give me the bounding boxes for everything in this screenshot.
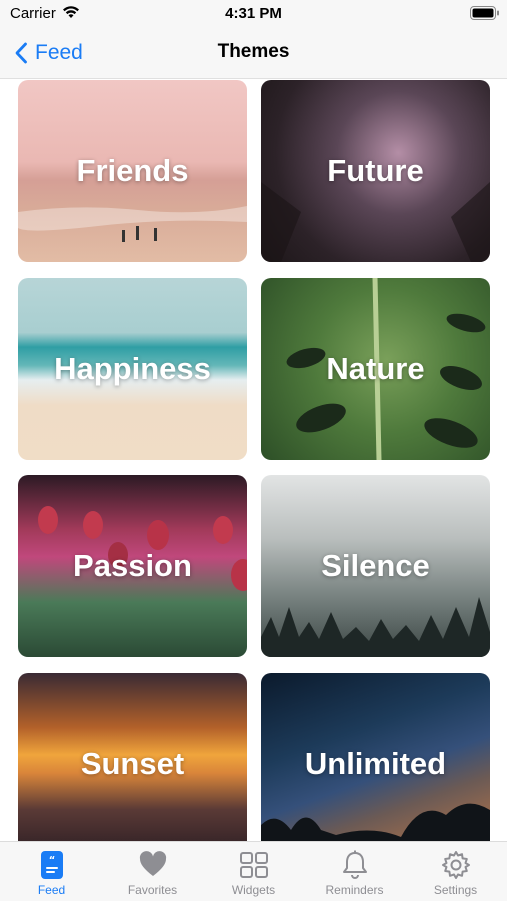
tab-reminders[interactable]: Reminders bbox=[304, 842, 405, 901]
theme-tile-sunset[interactable]: Sunset bbox=[18, 673, 247, 841]
theme-label: Happiness bbox=[54, 351, 211, 386]
tab-label: Favorites bbox=[127, 883, 178, 897]
tab-widgets[interactable]: Widgets bbox=[203, 842, 304, 901]
theme-tile-unlimited[interactable]: Unlimited bbox=[261, 673, 490, 841]
tab-bar: “ Feed Favorites Widgets Reminders Setti… bbox=[0, 841, 507, 901]
tab-settings[interactable]: Settings bbox=[405, 842, 506, 901]
theme-tile-nature[interactable]: Nature bbox=[261, 278, 490, 460]
tab-feed[interactable]: “ Feed bbox=[1, 842, 102, 901]
tab-label: Settings bbox=[433, 883, 478, 897]
theme-label: Sunset bbox=[80, 746, 185, 781]
widgets-grid-icon bbox=[239, 852, 268, 878]
theme-label: Silence bbox=[321, 548, 430, 583]
theme-tile-future[interactable]: Future bbox=[261, 80, 490, 262]
theme-label: Passion bbox=[73, 548, 192, 583]
theme-tile-passion[interactable]: Passion bbox=[18, 475, 247, 657]
heart-icon bbox=[139, 851, 166, 876]
tab-label: Reminders bbox=[325, 883, 384, 897]
theme-label: Future bbox=[327, 153, 424, 188]
theme-label: Friends bbox=[76, 153, 189, 188]
tab-label: Widgets bbox=[231, 883, 276, 897]
status-time: 4:31 PM bbox=[225, 5, 282, 22]
svg-text:“: “ bbox=[48, 855, 55, 866]
status-bar: Carrier 4:31 PM bbox=[0, 0, 507, 28]
page-title: Themes bbox=[217, 41, 290, 62]
theme-grid: Friends Future Happiness Nature Passion … bbox=[0, 79, 507, 841]
tab-label: Feed bbox=[37, 883, 66, 897]
gear-icon bbox=[441, 851, 470, 879]
theme-tile-silence[interactable]: Silence bbox=[261, 475, 490, 657]
navigation-bar: Feed Themes bbox=[0, 28, 507, 79]
theme-label: Unlimited bbox=[304, 746, 447, 781]
battery-icon bbox=[470, 6, 499, 20]
theme-label: Nature bbox=[326, 351, 425, 386]
feed-icon: “ bbox=[40, 851, 63, 879]
theme-tile-friends[interactable]: Friends bbox=[18, 80, 247, 262]
tab-favorites[interactable]: Favorites bbox=[102, 842, 203, 901]
theme-tile-happiness[interactable]: Happiness bbox=[18, 278, 247, 460]
bell-icon bbox=[342, 850, 367, 879]
